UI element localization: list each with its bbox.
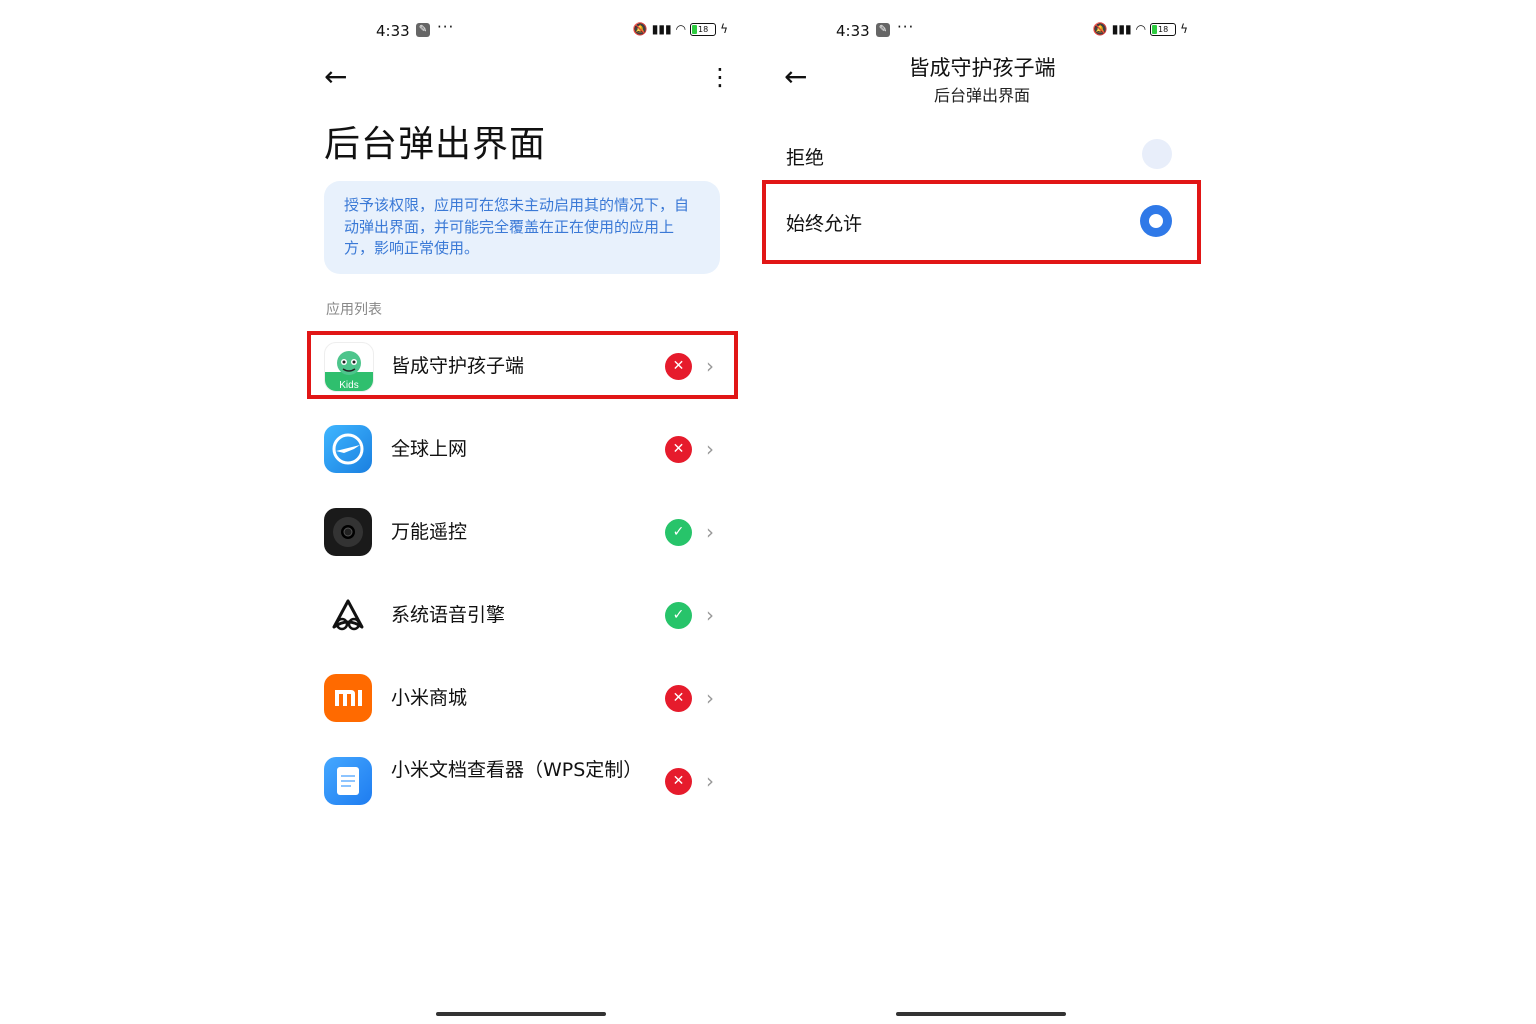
plane-globe-icon <box>324 425 372 473</box>
app-permission-detail-screen: 4:33 ✎ ··· 🔕 ▮▮▮ ◠ 18 ϟ ← 皆成守护孩子端 后台弹出界面… <box>762 0 1201 1024</box>
app-row-remote[interactable]: 万能遥控 ✓ › <box>306 499 738 565</box>
back-arrow-icon[interactable]: ← <box>324 62 354 92</box>
denied-icon: ✕ <box>665 685 692 712</box>
status-bar: 4:33 ✎ ··· 🔕 ▮▮▮ ◠ 18 ϟ <box>766 18 1198 44</box>
remote-control-icon <box>324 508 372 556</box>
app-row-mi-store[interactable]: 小米商城 ✕ › <box>306 665 738 731</box>
signal-icon: ▮▮▮ <box>1111 22 1132 36</box>
app-row-voice-engine[interactable]: 系统语音引擎 ✓ › <box>306 582 738 648</box>
status-bar: 4:33 ✎ ··· 🔕 ▮▮▮ ◠ 18 ϟ <box>306 18 738 44</box>
allowed-icon: ✓ <box>665 602 692 629</box>
document-viewer-icon <box>324 757 372 805</box>
chevron-right-icon: › <box>706 437 714 461</box>
highlight-box <box>762 180 1201 264</box>
home-indicator <box>436 1012 606 1016</box>
denied-icon: ✕ <box>665 768 692 795</box>
chevron-right-icon: › <box>706 769 714 793</box>
more-menu-icon[interactable]: ⋮ <box>708 62 732 92</box>
wrench-icon: ✎ <box>876 23 890 37</box>
page-title: 皆成守护孩子端 <box>908 56 1056 80</box>
home-indicator <box>896 1012 1066 1016</box>
wifi-icon: ◠ <box>675 22 687 36</box>
status-icons: 🔕 ▮▮▮ ◠ 18 ϟ <box>633 22 728 36</box>
app-row-global-internet[interactable]: 全球上网 ✕ › <box>306 416 738 482</box>
charging-icon: ϟ <box>1180 22 1188 36</box>
app-list-label: 应用列表 <box>326 302 382 318</box>
voice-engine-icon <box>324 591 372 639</box>
wifi-icon: ◠ <box>1135 22 1147 36</box>
battery-icon: 18 <box>1150 22 1177 36</box>
charging-icon: ϟ <box>720 22 728 36</box>
page-title: 后台弹出界面 <box>324 124 547 165</box>
chevron-right-icon: › <box>706 603 714 627</box>
chevron-right-icon: › <box>706 686 714 710</box>
battery-icon: 18 <box>690 22 717 36</box>
more-notifications-icon: ··· <box>437 18 455 36</box>
permission-list-screen: 4:33 ✎ ··· 🔕 ▮▮▮ ◠ 18 ϟ ← ⋮ 后台弹出界面 授予该权限… <box>306 0 738 1024</box>
permission-info-box: 授予该权限，应用可在您未主动启用其的情况下，自动弹出界面，并可能完全覆盖在正在使… <box>324 181 720 274</box>
denied-icon: ✕ <box>665 436 692 463</box>
allowed-icon: ✓ <box>665 519 692 546</box>
app-row-doc-viewer[interactable]: 小米文档查看器（WPS定制） ✕ › <box>306 748 738 814</box>
mute-icon: 🔕 <box>632 22 648 36</box>
app-name: 小米文档查看器（WPS定制） <box>391 759 643 781</box>
app-name: 小米商城 <box>391 687 468 709</box>
status-icons: 🔕 ▮▮▮ ◠ 18 ϟ <box>1093 22 1188 36</box>
page-subtitle: 后台弹出界面 <box>933 86 1030 105</box>
signal-icon: ▮▮▮ <box>651 22 672 36</box>
mi-store-icon <box>324 674 372 722</box>
more-notifications-icon: ··· <box>897 18 915 36</box>
wrench-icon: ✎ <box>416 23 430 37</box>
app-name: 万能遥控 <box>391 521 468 543</box>
radio-unselected-icon[interactable] <box>1142 139 1172 169</box>
app-name: 系统语音引擎 <box>391 604 506 626</box>
status-time: 4:33 <box>376 22 410 40</box>
mute-icon: 🔕 <box>1092 22 1108 36</box>
highlight-box <box>307 331 738 399</box>
status-time: 4:33 <box>836 22 870 40</box>
chevron-right-icon: › <box>706 520 714 544</box>
app-name: 全球上网 <box>391 438 468 460</box>
option-label: 拒绝 <box>786 147 825 169</box>
